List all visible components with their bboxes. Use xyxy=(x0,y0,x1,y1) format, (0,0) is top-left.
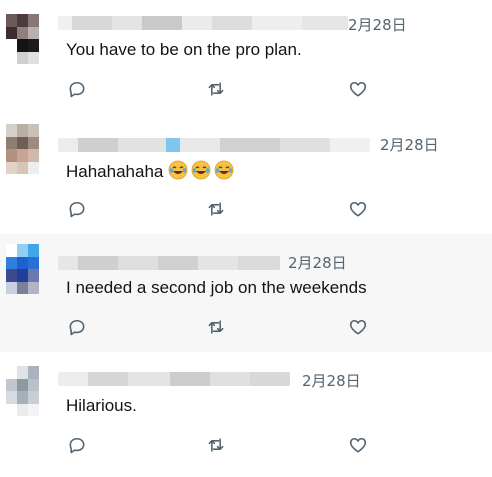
username-redacted xyxy=(58,256,280,270)
username-redacted xyxy=(58,138,370,152)
reply-text: You have to be on the pro plan. xyxy=(66,40,302,59)
heart-icon[interactable] xyxy=(347,434,369,456)
retweet-icon[interactable] xyxy=(205,316,227,338)
tears-of-joy-emoji xyxy=(214,160,234,180)
reply-item[interactable]: 2月28日 You have to be on the pro plan. xyxy=(0,0,492,115)
laughing-emoji-group xyxy=(168,160,237,181)
avatar[interactable] xyxy=(6,244,50,294)
username-redacted xyxy=(58,372,290,386)
action-bar xyxy=(66,78,369,100)
timestamp[interactable]: 2月28日 xyxy=(348,14,407,35)
retweet-icon[interactable] xyxy=(205,198,227,220)
reply-text: Hilarious. xyxy=(66,396,137,415)
reply-icon[interactable] xyxy=(66,198,88,220)
reply-text-content: Hahahahaha xyxy=(66,162,169,181)
reply-item[interactable]: 2月28日 Hilarious. xyxy=(0,352,492,477)
retweet-icon[interactable] xyxy=(205,78,227,100)
reply-text: I needed a second job on the weekends xyxy=(66,278,367,297)
action-bar xyxy=(66,316,369,338)
reply-item[interactable]: 2月28日 I needed a second job on the weeke… xyxy=(0,234,492,353)
reply-text: Hahahahaha xyxy=(66,160,237,182)
username-redacted xyxy=(58,16,348,30)
avatar[interactable] xyxy=(6,14,50,64)
heart-icon[interactable] xyxy=(347,198,369,220)
reply-icon[interactable] xyxy=(66,78,88,100)
reply-icon[interactable] xyxy=(66,434,88,456)
timestamp[interactable]: 2月28日 xyxy=(380,134,439,155)
timestamp[interactable]: 2月28日 xyxy=(302,370,361,391)
avatar[interactable] xyxy=(6,124,50,174)
action-bar xyxy=(66,434,369,456)
retweet-icon[interactable] xyxy=(205,434,227,456)
heart-icon[interactable] xyxy=(347,316,369,338)
avatar[interactable] xyxy=(6,366,50,416)
tears-of-joy-emoji xyxy=(191,160,211,180)
action-bar xyxy=(66,198,369,220)
reply-item[interactable]: 2月28日 Hahahahaha xyxy=(0,114,492,235)
tears-of-joy-emoji xyxy=(168,160,188,180)
heart-icon[interactable] xyxy=(347,78,369,100)
reply-icon[interactable] xyxy=(66,316,88,338)
timestamp[interactable]: 2月28日 xyxy=(288,252,347,273)
